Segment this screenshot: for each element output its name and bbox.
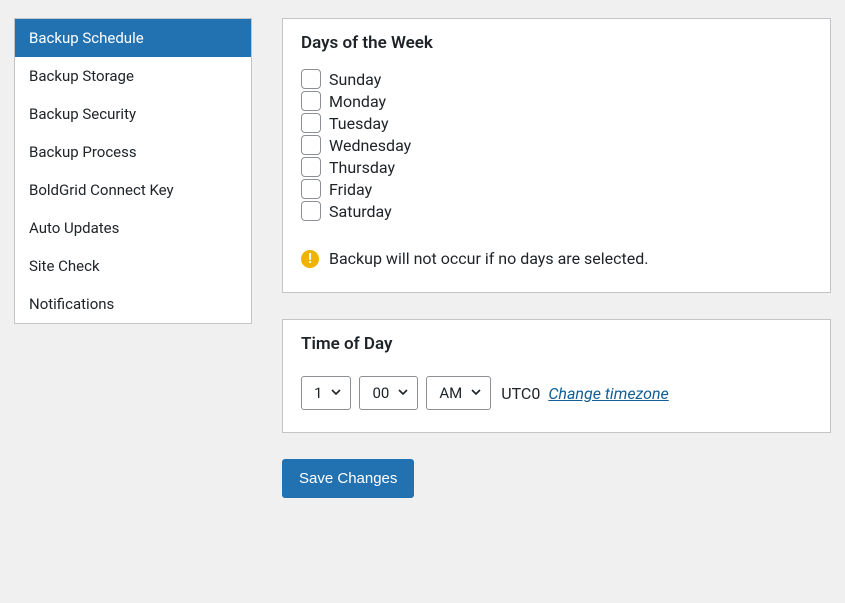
warning-text: Backup will not occur if no days are sel… (329, 249, 648, 268)
ampm-select[interactable]: AM (426, 376, 491, 410)
time-panel-title: Time of Day (283, 320, 830, 364)
day-row-monday: Monday (301, 91, 812, 111)
sidebar-item-boldgrid-connect-key[interactable]: BoldGrid Connect Key (15, 171, 251, 209)
chevron-down-icon (330, 384, 342, 402)
sidebar-item-site-check[interactable]: Site Check (15, 247, 251, 285)
day-label[interactable]: Sunday (329, 70, 381, 89)
main-content: Days of the Week Sunday Monday Tuesday W… (282, 18, 845, 498)
minute-select[interactable]: 00 (359, 376, 418, 410)
checkbox-sunday[interactable] (301, 69, 321, 89)
sidebar-item-backup-process[interactable]: Backup Process (15, 133, 251, 171)
warning-icon: ! (301, 250, 319, 268)
chevron-down-icon (397, 384, 409, 402)
no-days-warning: ! Backup will not occur if no days are s… (301, 249, 812, 268)
settings-sidebar: Backup Schedule Backup Storage Backup Se… (14, 18, 252, 324)
save-changes-button[interactable]: Save Changes (282, 459, 414, 498)
day-row-wednesday: Wednesday (301, 135, 812, 155)
change-timezone-link[interactable]: Change timezone (548, 384, 668, 403)
checkbox-tuesday[interactable] (301, 113, 321, 133)
day-row-thursday: Thursday (301, 157, 812, 177)
day-row-sunday: Sunday (301, 69, 812, 89)
days-panel-title: Days of the Week (283, 19, 830, 63)
day-label[interactable]: Saturday (329, 202, 392, 221)
day-label[interactable]: Monday (329, 92, 386, 111)
checkbox-saturday[interactable] (301, 201, 321, 221)
sidebar-item-backup-storage[interactable]: Backup Storage (15, 57, 251, 95)
chevron-down-icon (470, 384, 482, 402)
sidebar-item-auto-updates[interactable]: Auto Updates (15, 209, 251, 247)
sidebar-item-backup-schedule[interactable]: Backup Schedule (15, 19, 251, 57)
day-label[interactable]: Tuesday (329, 114, 389, 133)
day-row-tuesday: Tuesday (301, 113, 812, 133)
sidebar-item-notifications[interactable]: Notifications (15, 285, 251, 323)
checkbox-wednesday[interactable] (301, 135, 321, 155)
day-label[interactable]: Wednesday (329, 136, 411, 155)
days-of-week-panel: Days of the Week Sunday Monday Tuesday W… (282, 18, 831, 293)
day-row-friday: Friday (301, 179, 812, 199)
hour-select[interactable]: 1 (301, 376, 351, 410)
checkbox-thursday[interactable] (301, 157, 321, 177)
timezone-label: UTC0 (501, 384, 540, 403)
checkbox-monday[interactable] (301, 91, 321, 111)
sidebar-item-backup-security[interactable]: Backup Security (15, 95, 251, 133)
time-of-day-panel: Time of Day 1 00 (282, 319, 831, 433)
day-label[interactable]: Thursday (329, 158, 395, 177)
day-row-saturday: Saturday (301, 201, 812, 221)
day-label[interactable]: Friday (329, 180, 372, 199)
checkbox-friday[interactable] (301, 179, 321, 199)
